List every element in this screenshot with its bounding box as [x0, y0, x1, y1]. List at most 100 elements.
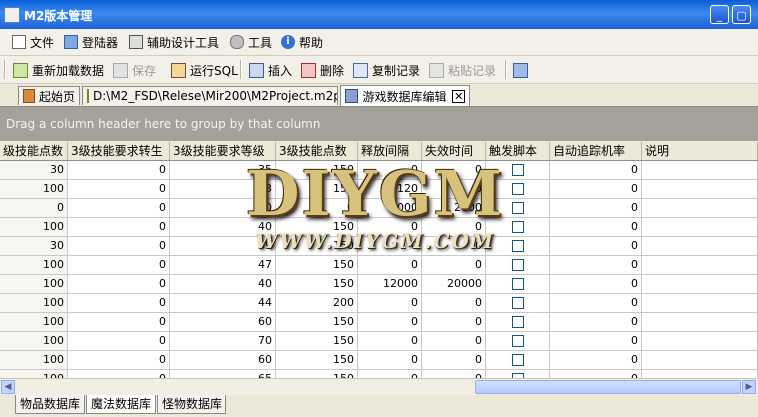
table-cell[interactable]: 35 — [170, 161, 276, 180]
trigger-script-checkbox[interactable] — [512, 259, 524, 271]
table-cell[interactable] — [642, 313, 758, 332]
table-cell[interactable] — [642, 161, 758, 180]
table-cell[interactable]: 0 — [422, 332, 486, 351]
table-cell[interactable]: 0 — [358, 161, 422, 180]
table-cell[interactable]: 0 — [550, 332, 642, 351]
trigger-script-checkbox[interactable] — [512, 183, 524, 195]
horizontal-scrollbar[interactable]: ◀ ▶ — [0, 378, 758, 395]
table-cell[interactable]: 30 — [0, 161, 68, 180]
table-cell[interactable]: 150 — [276, 275, 358, 294]
table-cell[interactable]: 0 — [68, 218, 170, 237]
table-cell[interactable]: 0 — [550, 180, 642, 199]
maximize-button[interactable]: ▢ — [732, 5, 751, 24]
menu-tools[interactable]: 工具 — [230, 33, 272, 51]
table-cell[interactable]: 0 — [550, 275, 642, 294]
table-cell[interactable] — [642, 332, 758, 351]
table-cell[interactable]: 100 — [0, 351, 68, 370]
table-cell[interactable]: 120 — [358, 180, 422, 199]
trigger-script-checkbox[interactable] — [512, 316, 524, 328]
minimize-button[interactable]: _ — [710, 5, 729, 24]
table-cell[interactable]: 0 — [68, 313, 170, 332]
table-cell[interactable]: 0 — [68, 237, 170, 256]
table-cell[interactable]: 150 — [276, 237, 358, 256]
table-cell[interactable]: 0 — [68, 351, 170, 370]
trigger-script-cell[interactable] — [486, 199, 550, 218]
tab-item-database[interactable]: 物品数据库 — [15, 395, 85, 414]
tab-magic-database[interactable]: 魔法数据库 — [86, 395, 156, 414]
column-header[interactable]: 触发脚本 — [486, 142, 550, 160]
table-cell[interactable]: 0 — [422, 218, 486, 237]
table-cell[interactable]: 0 — [422, 256, 486, 275]
scroll-left-arrow-icon[interactable]: ◀ — [1, 380, 15, 394]
trigger-script-cell[interactable] — [486, 275, 550, 294]
table-cell[interactable]: 0 — [422, 237, 486, 256]
table-cell[interactable]: 0 — [550, 256, 642, 275]
table-cell[interactable]: 0 — [68, 256, 170, 275]
table-row[interactable]: 100 0 33 150 120 0 0 — [0, 180, 758, 199]
table-cell[interactable]: 44 — [170, 294, 276, 313]
table-cell[interactable]: 39 — [170, 237, 276, 256]
table-cell[interactable]: 60 — [170, 313, 276, 332]
table-cell[interactable]: 47 — [170, 256, 276, 275]
table-cell[interactable]: 100 — [0, 218, 68, 237]
table-row[interactable]: 100 0 70 150 0 0 0 — [0, 332, 758, 351]
table-cell[interactable]: 0 — [550, 351, 642, 370]
trigger-script-checkbox[interactable] — [512, 202, 524, 214]
table-cell[interactable] — [642, 180, 758, 199]
table-cell[interactable]: 150 — [276, 332, 358, 351]
table-cell[interactable]: 150 — [276, 351, 358, 370]
table-cell[interactable]: 150 — [276, 256, 358, 275]
table-cell[interactable] — [642, 294, 758, 313]
table-cell[interactable]: 0 — [358, 332, 422, 351]
scroll-right-arrow-icon[interactable]: ▶ — [742, 380, 756, 394]
table-cell[interactable]: 33 — [170, 180, 276, 199]
table-cell[interactable]: 0 — [358, 370, 422, 378]
save-button[interactable]: 保存 — [113, 61, 156, 79]
table-cell[interactable]: 150 — [276, 161, 358, 180]
scrollbar-thumb[interactable] — [475, 380, 741, 394]
trigger-script-cell[interactable] — [486, 161, 550, 180]
run-sql-button[interactable]: 运行SQL — [171, 61, 238, 79]
table-cell[interactable]: 100 — [0, 332, 68, 351]
table-cell[interactable]: 0 — [422, 180, 486, 199]
table-row[interactable]: 0 0 0 0 2000 2000 0 — [0, 199, 758, 218]
table-cell[interactable]: 0 — [68, 161, 170, 180]
column-header[interactable]: 失效时间 — [422, 142, 486, 160]
copy-record-button[interactable]: 复制记录 — [353, 61, 420, 79]
tab-start-page[interactable]: 起始页 — [18, 86, 80, 105]
table-cell[interactable]: 0 — [170, 199, 276, 218]
insert-button[interactable]: 插入 — [249, 61, 292, 79]
table-cell[interactable]: 0 — [358, 218, 422, 237]
table-cell[interactable]: 100 — [0, 313, 68, 332]
table-row[interactable]: 100 0 60 150 0 0 0 — [0, 313, 758, 332]
table-cell[interactable] — [642, 351, 758, 370]
table-cell[interactable]: 0 — [358, 237, 422, 256]
table-cell[interactable]: 0 — [358, 351, 422, 370]
table-cell[interactable]: 0 — [550, 294, 642, 313]
tab-monster-database[interactable]: 怪物数据库 — [157, 395, 226, 414]
tab-project-file[interactable]: D:\M2_FSD\Relese\Mir200\M2Project.m2proj… — [82, 86, 338, 105]
delete-button[interactable]: 删除 — [301, 61, 344, 79]
column-header[interactable]: 释放间隔 — [358, 142, 422, 160]
table-cell[interactable]: 0 — [0, 199, 68, 218]
table-cell[interactable]: 60 — [170, 351, 276, 370]
table-cell[interactable]: 0 — [68, 275, 170, 294]
table-cell[interactable]: 2000 — [422, 199, 486, 218]
group-by-panel[interactable]: Drag a column header here to group by th… — [0, 107, 758, 141]
trigger-script-cell[interactable] — [486, 180, 550, 199]
column-header[interactable]: 3级技能要求转生 — [68, 142, 170, 160]
table-cell[interactable]: 0 — [422, 161, 486, 180]
trigger-script-cell[interactable] — [486, 237, 550, 256]
table-cell[interactable]: 0 — [68, 199, 170, 218]
column-header[interactable]: 3级技能点数 — [276, 142, 358, 160]
table-cell[interactable]: 0 — [358, 313, 422, 332]
table-cell[interactable]: 0 — [358, 256, 422, 275]
trigger-script-checkbox[interactable] — [512, 164, 524, 176]
table-cell[interactable]: 150 — [276, 370, 358, 378]
menu-design-tools[interactable]: 辅助设计工具 — [129, 33, 219, 51]
trigger-script-checkbox[interactable] — [512, 335, 524, 347]
table-cell[interactable]: 0 — [358, 294, 422, 313]
table-cell[interactable]: 0 — [550, 218, 642, 237]
table-cell[interactable]: 150 — [276, 180, 358, 199]
table-cell[interactable]: 0 — [550, 370, 642, 378]
